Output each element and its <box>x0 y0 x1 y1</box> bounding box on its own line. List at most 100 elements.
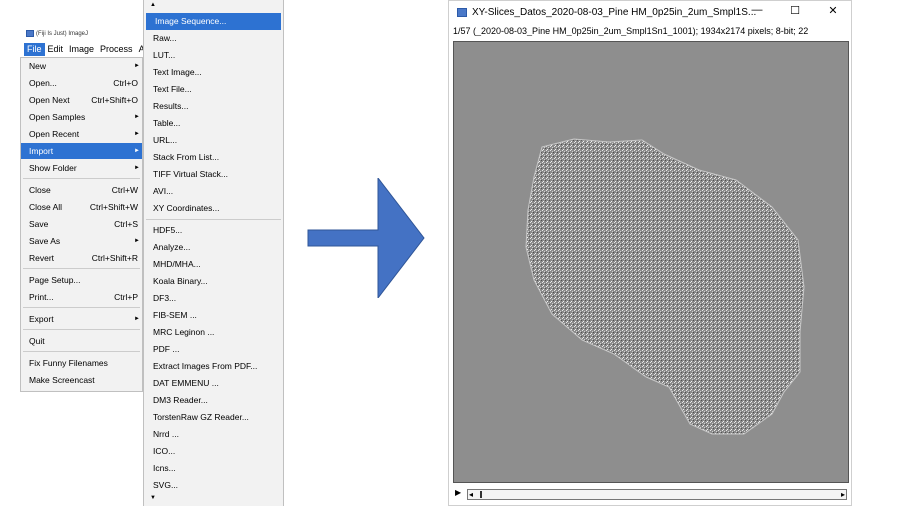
import-item-pdf[interactable]: PDF ... <box>144 341 283 358</box>
menu-divider <box>23 307 140 308</box>
menu-item-label: Open Samples <box>29 112 86 122</box>
scroll-left-icon[interactable]: ◂ <box>469 490 473 499</box>
menu-file[interactable]: File <box>24 43 45 56</box>
file-menu-item-new[interactable]: New ► <box>21 58 142 74</box>
menu-item-label: Save As <box>29 236 61 246</box>
menu-divider <box>23 178 140 179</box>
menu-item-label: Revert <box>29 253 55 263</box>
file-menu-item-close-all[interactable]: Close All Ctrl+Shift+W <box>21 199 142 215</box>
import-item-avi[interactable]: AVI... <box>144 183 283 200</box>
image-window: XY-Slices_Datos_2020-08-03_Pine HM_0p25i… <box>448 0 852 506</box>
import-item-hdf5[interactable]: HDF5... <box>144 222 283 239</box>
import-item-mrc-leginon[interactable]: MRC Leginon ... <box>144 324 283 341</box>
menu-item-label: Fix Funny Filenames <box>29 358 108 368</box>
image-canvas[interactable] <box>453 41 849 483</box>
menu-item-label: Open Recent <box>29 129 80 139</box>
import-item-dm3-reader[interactable]: DM3 Reader... <box>144 392 283 409</box>
menu-item-shortcut: Ctrl+Shift+W <box>89 202 138 212</box>
maximize-icon[interactable]: ☐ <box>787 4 803 17</box>
import-item-table[interactable]: Table... <box>144 115 283 132</box>
import-item-xy-coordinates[interactable]: XY Coordinates... <box>144 200 283 217</box>
slice-scrollbar[interactable]: ◂ ▸ <box>467 489 847 500</box>
menu-scroll-up-icon[interactable]: ▲ <box>150 2 156 8</box>
submenu-arrow-icon: ► <box>134 131 140 137</box>
import-item-analyze[interactable]: Analyze... <box>144 239 283 256</box>
menu-item-shortcut: Ctrl+S <box>114 219 138 229</box>
import-item-df3[interactable]: DF3... <box>144 290 283 307</box>
file-menu-item-close[interactable]: Close Ctrl+W <box>21 182 142 198</box>
menu-edit[interactable]: Edit <box>45 43 67 56</box>
import-item-text-image[interactable]: Text Image... <box>144 64 283 81</box>
file-menu-item-open-recent[interactable]: Open Recent ► <box>21 126 142 142</box>
file-menu-item-show-folder[interactable]: Show Folder ► <box>21 160 142 176</box>
import-item-raw[interactable]: Raw... <box>144 30 283 47</box>
image-window-title: XY-Slices_Datos_2020-08-03_Pine HM_0p25i… <box>457 7 756 18</box>
import-item-text-file[interactable]: Text File... <box>144 81 283 98</box>
menu-process[interactable]: Process <box>97 43 136 56</box>
file-menu-item-save-as[interactable]: Save As ► <box>21 233 142 249</box>
minimize-icon[interactable]: — <box>749 4 765 16</box>
menu-item-shortcut: Ctrl+O <box>113 78 138 88</box>
submenu-arrow-icon: ► <box>134 148 140 154</box>
menu-scroll-down-icon[interactable]: ▼ <box>150 495 156 501</box>
menu-item-label: Open Next <box>29 95 70 105</box>
import-item-extract-images-from-pdf[interactable]: Extract Images From PDF... <box>144 358 283 375</box>
import-item-svg[interactable]: SVG... <box>144 477 283 494</box>
file-menu-item-quit[interactable]: Quit <box>21 333 142 349</box>
play-icon[interactable]: ▶ <box>455 488 461 497</box>
menu-item-shortcut: Ctrl+Shift+R <box>91 253 138 263</box>
menu-item-label: New <box>29 61 47 71</box>
file-menu-item-open[interactable]: Open... Ctrl+O <box>21 75 142 91</box>
submenu-arrow-icon: ► <box>134 316 140 322</box>
import-item-dat-emmenu[interactable]: DAT EMMENU ... <box>144 375 283 392</box>
right-arrow-shape <box>307 178 425 298</box>
import-item-ico[interactable]: ICO... <box>144 443 283 460</box>
import-item-nrrd[interactable]: Nrrd ... <box>144 426 283 443</box>
import-item-image-sequence[interactable]: Image Sequence... <box>146 13 281 30</box>
import-item-url[interactable]: URL... <box>144 132 283 149</box>
menu-item-label: Export <box>29 314 54 324</box>
menu-divider <box>146 219 281 220</box>
import-item-fib-sem[interactable]: FIB-SEM ... <box>144 307 283 324</box>
import-item-tiff-virtual-stack[interactable]: TIFF Virtual Stack... <box>144 166 283 183</box>
image-window-icon <box>457 8 467 17</box>
file-menu-item-revert[interactable]: Revert Ctrl+Shift+R <box>21 250 142 266</box>
menu-item-label: Close <box>29 185 51 195</box>
import-item-stack-from-list[interactable]: Stack From List... <box>144 149 283 166</box>
submenu-arrow-icon: ► <box>134 114 140 120</box>
import-item-torstenraw-gz-reader[interactable]: TorstenRaw GZ Reader... <box>144 409 283 426</box>
file-menu-item-export[interactable]: Export ► <box>21 311 142 327</box>
stack-slider-bar: ▶ ◂ ▸ <box>453 487 849 501</box>
file-menu-item-open-samples[interactable]: Open Samples ► <box>21 109 142 125</box>
file-menu-item-import[interactable]: Import ► <box>21 143 142 159</box>
menu-item-label: Page Setup... <box>29 275 81 285</box>
fiji-menubar: File Edit Image Process A <box>24 43 148 56</box>
fiji-title-text: (Fiji Is Just) ImageJ <box>36 30 89 37</box>
menu-item-label: Make Screencast <box>29 375 95 385</box>
import-item-icns[interactable]: Icns... <box>144 460 283 477</box>
import-submenu: ▲ Image Sequence... Raw... LUT... Text I… <box>143 0 284 506</box>
close-icon[interactable]: ✕ <box>825 4 841 17</box>
scroll-right-icon[interactable]: ▸ <box>841 490 845 499</box>
menu-divider <box>23 329 140 330</box>
wood-slice-image <box>454 42 848 482</box>
menu-item-label: Save <box>29 219 49 229</box>
file-menu-item-print[interactable]: Print... Ctrl+P <box>21 289 142 305</box>
scrollbar-thumb[interactable] <box>480 491 482 498</box>
import-item-mhd-mha[interactable]: MHD/MHA... <box>144 256 283 273</box>
import-item-lut[interactable]: LUT... <box>144 47 283 64</box>
import-item-koala-binary[interactable]: Koala Binary... <box>144 273 283 290</box>
menu-item-shortcut: Ctrl+Shift+O <box>91 95 138 105</box>
menu-item-shortcut: Ctrl+P <box>114 292 138 302</box>
menu-image[interactable]: Image <box>66 43 97 56</box>
file-menu-item-open-next[interactable]: Open Next Ctrl+Shift+O <box>21 92 142 108</box>
menu-divider <box>23 351 140 352</box>
image-window-title-text: XY-Slices_Datos_2020-08-03_Pine HM_0p25i… <box>472 7 757 18</box>
submenu-arrow-icon: ► <box>134 63 140 69</box>
file-menu-item-make-screencast[interactable]: Make Screencast <box>21 372 142 388</box>
import-item-results[interactable]: Results... <box>144 98 283 115</box>
menu-item-label: Print... <box>29 292 54 302</box>
file-menu-item-page-setup[interactable]: Page Setup... <box>21 272 142 288</box>
file-menu-item-save[interactable]: Save Ctrl+S <box>21 216 142 232</box>
file-menu-item-fix-funny-filenames[interactable]: Fix Funny Filenames <box>21 355 142 371</box>
